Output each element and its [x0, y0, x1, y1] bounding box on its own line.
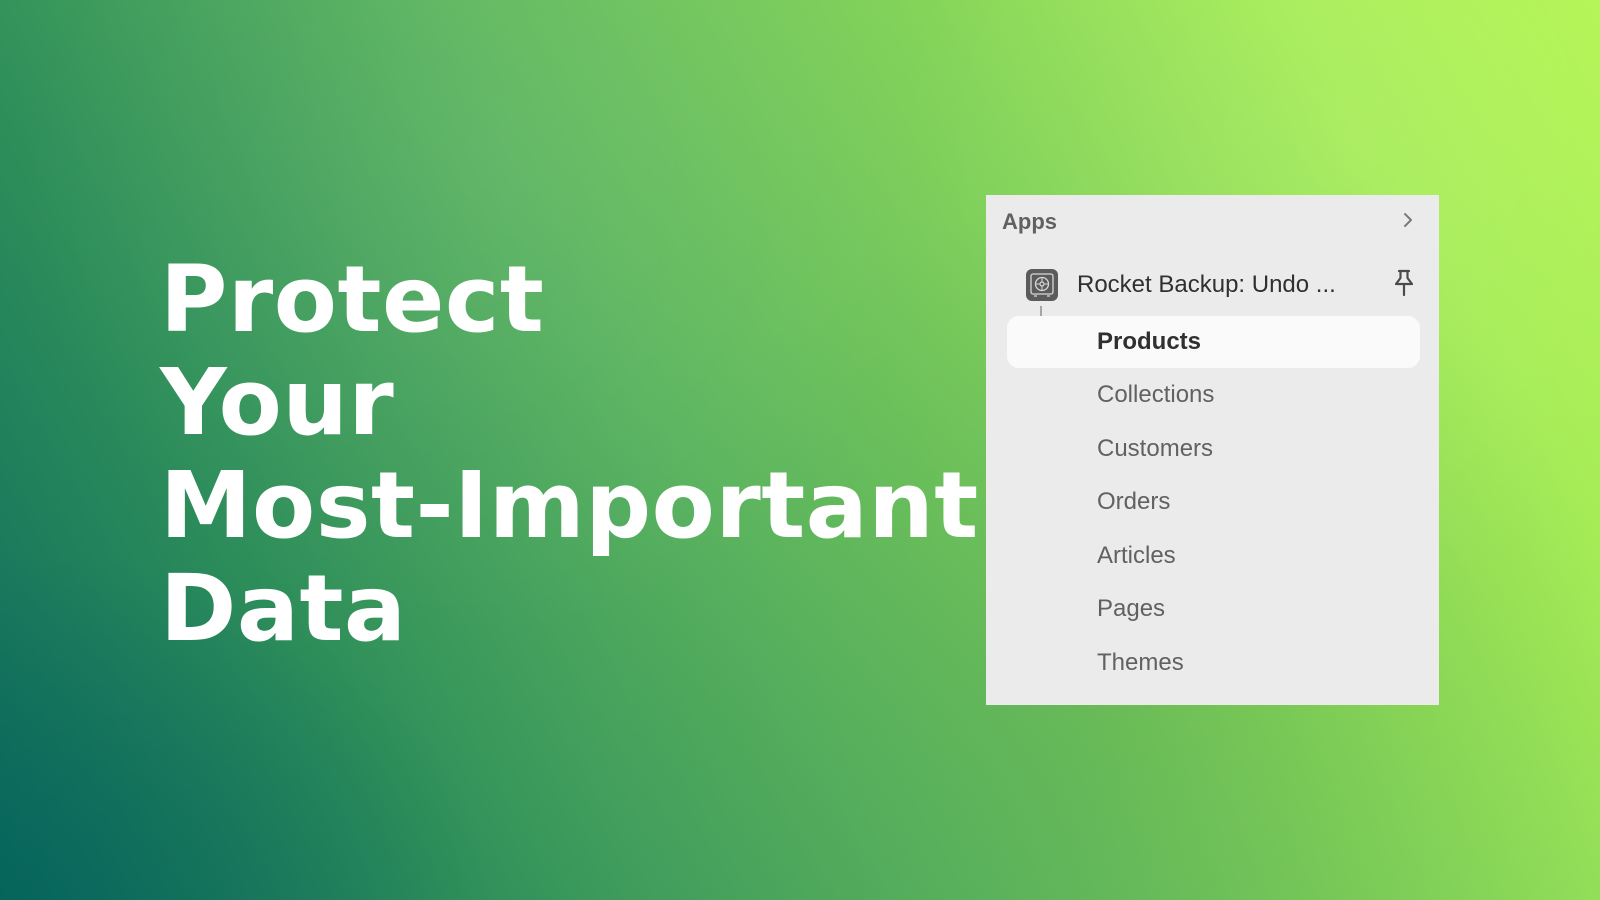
nav-item-orders[interactable]: Orders [1007, 476, 1420, 528]
chevron-right-icon[interactable] [1401, 209, 1415, 235]
app-name: Rocket Backup: Undo ... [1077, 271, 1336, 298]
nav-item-label: Articles [1097, 542, 1176, 569]
nav-item-themes[interactable]: Themes [1007, 637, 1420, 689]
apps-panel-title: Apps [1002, 209, 1057, 234]
apps-panel-header[interactable]: Apps [1002, 207, 1415, 237]
nav-item-articles[interactable]: Articles [1007, 530, 1420, 582]
nav-item-label: Products [1097, 328, 1202, 355]
nav-item-label: Pages [1097, 595, 1166, 622]
nav-item-label: Customers [1097, 435, 1214, 462]
nav-item-customers[interactable]: Customers [1007, 423, 1420, 475]
nav-item-collections[interactable]: Collections [1007, 369, 1420, 421]
nav-item-label: Orders [1097, 488, 1171, 515]
nav-item-label: Themes [1097, 649, 1184, 676]
headline-line: Protect [160, 246, 545, 353]
vault-icon [1026, 269, 1058, 301]
headline-line: Data [160, 555, 407, 662]
pin-icon[interactable] [1391, 268, 1417, 303]
headline-line: Your [160, 349, 395, 456]
nav-item-pages[interactable]: Pages [1007, 583, 1420, 635]
app-item-rocket-backup[interactable]: Rocket Backup: Undo ... [1026, 265, 1417, 305]
nav-item-label: Collections [1097, 381, 1215, 408]
headline: Protect Your Most-Important Data [160, 248, 979, 660]
apps-panel: Apps Rocket Backup: Undo ... Products Co… [986, 195, 1439, 705]
headline-line: Most-Important [160, 452, 979, 559]
nav-item-products[interactable]: Products [1007, 316, 1420, 368]
